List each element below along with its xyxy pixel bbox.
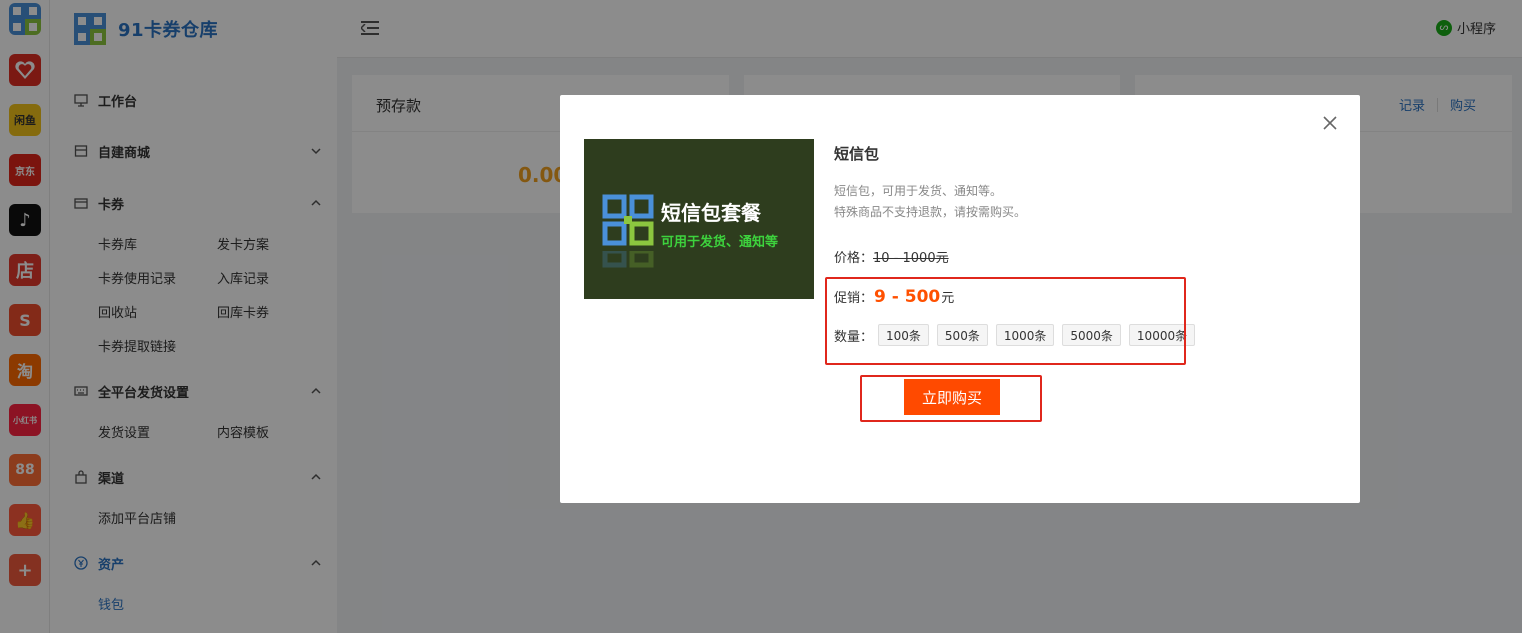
product-description: 短信包，可用于发货、通知等。 特殊商品不支持退款，请按需购买。 (834, 184, 1027, 219)
original-price: 10 - 1000元 (873, 251, 949, 266)
price-row: 价格： 10 - 1000元 (834, 247, 949, 266)
product-name: 短信包 (834, 145, 880, 163)
highlight-box-options (825, 277, 1186, 365)
product-logo-icon (602, 194, 654, 246)
product-image-subtitle: 可用于发货、通知等 (661, 235, 779, 250)
close-icon[interactable] (1320, 113, 1340, 133)
purchase-modal: 短信包套餐 可用于发货、通知等 短信包 短信包，可用于发货、通知等。 特殊商品不… (560, 95, 1360, 503)
highlight-box-buy (860, 375, 1042, 422)
product-image-title: 短信包套餐 (661, 201, 761, 225)
product-image: 短信包套餐 可用于发货、通知等 (584, 139, 814, 299)
